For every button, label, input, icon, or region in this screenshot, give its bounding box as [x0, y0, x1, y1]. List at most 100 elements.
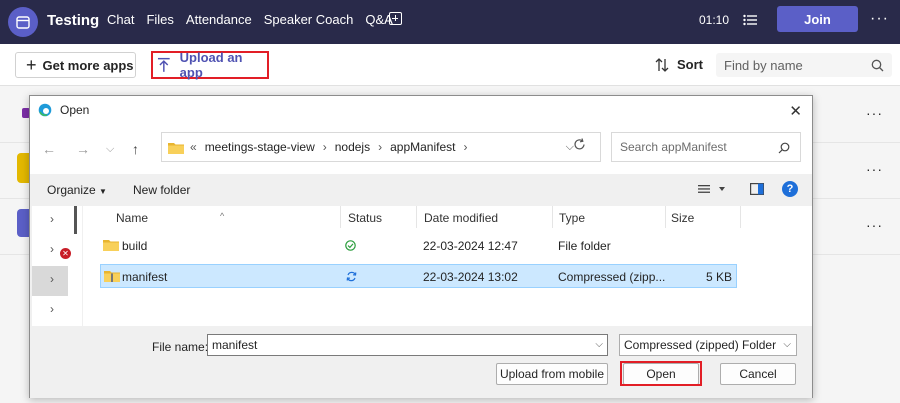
upload-an-app-label: Upload an app	[179, 50, 243, 80]
file-name-label: File name:	[152, 340, 209, 354]
chevron-down-icon[interactable]: ⌵	[783, 339, 791, 350]
caret-down-icon: ▼	[99, 187, 107, 196]
file-row-build[interactable]: build 22-03-2024 12:47 File folder	[100, 234, 736, 258]
back-arrow-icon[interactable]: ←	[42, 141, 56, 157]
search-folder-input[interactable]: Search appManifest	[611, 132, 801, 162]
get-more-apps-button[interactable]: + Get more apps	[15, 52, 136, 78]
search-folder-placeholder: Search appManifest	[620, 140, 727, 154]
file-date: 22-03-2024 13:02	[423, 270, 518, 284]
column-divider[interactable]	[740, 206, 741, 228]
column-status[interactable]: Status	[348, 211, 382, 225]
chevron-down-icon[interactable]: ⌵	[595, 339, 603, 350]
chevron-right-icon[interactable]: ›	[463, 140, 467, 154]
file-size: 5 KB	[705, 270, 732, 284]
sort-button[interactable]: Sort	[655, 57, 703, 72]
file-type: File folder	[558, 239, 611, 253]
more-options-icon[interactable]: ···	[870, 10, 889, 28]
participants-list-icon[interactable]	[743, 14, 757, 26]
file-name-value: manifest	[212, 338, 258, 352]
tab-attendance[interactable]: Attendance	[186, 12, 252, 27]
dialog-nav-bar: ← → ⌵ ↑ « meetings-stage-view › nodejs ›…	[30, 124, 812, 174]
app-more-icon[interactable]: ···	[866, 217, 883, 233]
get-more-apps-label: Get more apps	[42, 57, 134, 73]
folder-icon	[103, 240, 119, 251]
open-file-dialog: Open ✕ ← → ⌵ ↑ « meetings-stage-view › n…	[29, 95, 813, 398]
path-segment[interactable]: nodejs	[335, 140, 370, 154]
column-divider[interactable]	[340, 206, 341, 228]
meeting-title: Testing	[47, 12, 100, 29]
dialog-title: Open	[60, 103, 90, 117]
refresh-icon[interactable]	[573, 138, 586, 151]
file-name: manifest	[122, 270, 168, 284]
upload-an-app-button[interactable]: Upload an app	[151, 50, 269, 80]
sort-ascending-icon: ^	[220, 211, 225, 221]
expand-chevron-icon[interactable]: ›	[50, 242, 54, 256]
preview-pane-icon[interactable]	[750, 183, 765, 198]
sync-pending-icon	[346, 271, 357, 282]
address-bar[interactable]: « meetings-stage-view › nodejs › appMani…	[161, 132, 601, 162]
tab-speaker-coach[interactable]: Speaker Coach	[264, 12, 354, 27]
recent-locations-icon[interactable]: ⌵	[106, 143, 114, 156]
search-icon	[778, 142, 790, 154]
up-arrow-icon[interactable]: ↑	[132, 141, 139, 157]
new-folder-button[interactable]: New folder	[133, 183, 190, 197]
meeting-tabs: Chat Files Attendance Speaker Coach Q&A	[107, 12, 393, 27]
edge-browser-icon	[38, 103, 52, 117]
view-options-icon[interactable]	[698, 183, 726, 197]
chevron-right-icon[interactable]: ›	[378, 140, 382, 154]
upload-from-mobile-button[interactable]: Upload from mobile	[496, 363, 608, 385]
file-row-manifest[interactable]: manifest 22-03-2024 13:02 Compressed (zi…	[100, 264, 737, 288]
file-date: 22-03-2024 12:47	[423, 239, 518, 253]
file-type-select[interactable]: Compressed (zipped) Folder ⌵	[619, 334, 797, 356]
dialog-command-bar: Organize ▼ New folder ?	[30, 174, 812, 204]
column-name[interactable]: Name	[116, 211, 148, 225]
path-segment[interactable]: appManifest	[390, 140, 455, 154]
file-type: Compressed (zipp...	[558, 270, 666, 284]
dialog-title-bar: Open ✕	[30, 96, 812, 124]
synced-check-icon	[345, 240, 356, 251]
dialog-footer: File name: manifest ⌵ Compressed (zipped…	[30, 328, 812, 398]
open-button-highlight	[620, 361, 702, 386]
upload-icon	[157, 57, 170, 72]
column-divider[interactable]	[665, 206, 666, 228]
search-icon	[871, 59, 884, 72]
app-more-icon[interactable]: ···	[866, 105, 883, 121]
path-segment[interactable]: meetings-stage-view	[205, 140, 315, 154]
error-badge-icon: ✕	[60, 248, 71, 259]
zip-folder-icon	[104, 271, 120, 282]
find-by-name-input[interactable]: Find by name	[716, 53, 892, 77]
column-size[interactable]: Size	[671, 211, 694, 225]
tab-chat[interactable]: Chat	[107, 12, 134, 27]
column-date-modified[interactable]: Date modified	[424, 211, 498, 225]
sort-icon	[655, 57, 669, 72]
help-icon[interactable]: ?	[782, 181, 798, 197]
column-divider[interactable]	[552, 206, 553, 228]
apps-toolbar: + Get more apps Upload an app Sort Find …	[0, 44, 900, 86]
chevron-right-icon[interactable]: ›	[323, 140, 327, 154]
plus-icon: +	[26, 55, 37, 75]
column-divider[interactable]	[416, 206, 417, 228]
app-more-icon[interactable]: ···	[866, 161, 883, 177]
organize-label: Organize	[47, 183, 96, 197]
column-type[interactable]: Type	[559, 211, 585, 225]
calendar-icon	[8, 7, 38, 37]
file-type-value: Compressed (zipped) Folder	[624, 338, 777, 352]
file-list-header: ^ Name Status Date modified Type Size	[83, 206, 812, 228]
expand-chevron-icon[interactable]: ›	[50, 272, 54, 286]
expand-chevron-icon[interactable]: ›	[50, 212, 54, 226]
teams-top-bar: Testing Chat Files Attendance Speaker Co…	[0, 0, 900, 44]
nav-pane-scrollbar[interactable]	[74, 206, 77, 234]
expand-chevron-icon[interactable]: ›	[50, 302, 54, 316]
cancel-button[interactable]: Cancel	[720, 363, 796, 385]
path-overflow-label[interactable]: «	[190, 140, 197, 154]
sort-label: Sort	[677, 57, 703, 72]
file-name: build	[122, 239, 148, 253]
organize-menu[interactable]: Organize ▼	[47, 183, 107, 197]
add-tab-icon[interactable]	[389, 12, 402, 25]
folder-icon	[168, 142, 184, 154]
tab-files[interactable]: Files	[146, 12, 173, 27]
join-button[interactable]: Join	[777, 6, 858, 32]
file-name-input[interactable]: manifest ⌵	[207, 334, 608, 356]
close-icon[interactable]: ✕	[789, 102, 802, 120]
forward-arrow-icon[interactable]: →	[76, 141, 90, 157]
